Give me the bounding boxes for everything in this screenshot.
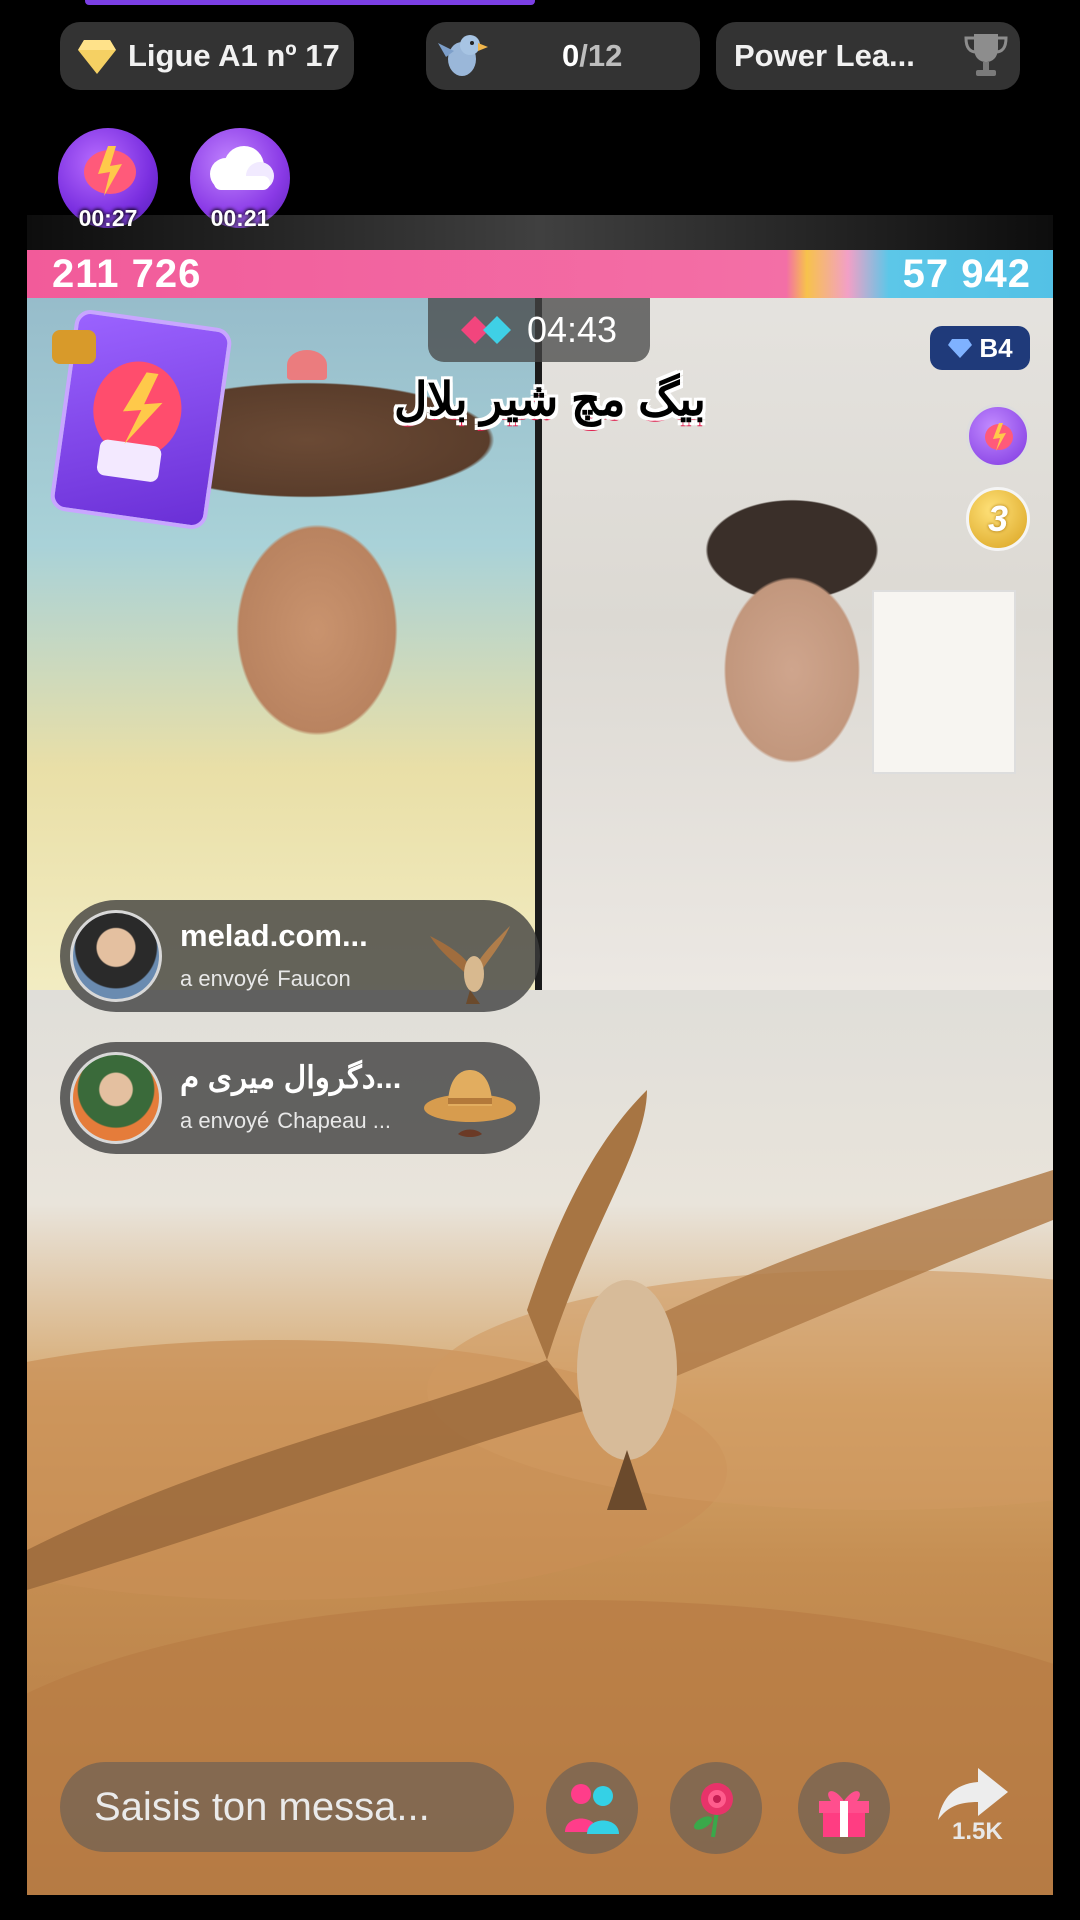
lightning-glove-icon [985,423,1013,451]
gift-box-icon [819,1791,869,1837]
lightning-glove-icon [84,146,136,196]
gift-name: Faucon [277,966,351,991]
power-league-label: Power Lea... [734,38,915,73]
sparkle-strip [27,215,1053,250]
multiplier-badge[interactable]: 3 [966,487,1030,551]
message-input[interactable]: Saisis ton messa... [60,1762,514,1852]
avatar[interactable] [70,910,162,1002]
battle-timer: 04:43 [428,298,650,362]
gift-feed-item[interactable]: دگروال میری م... a envoyé Chapeau ... [60,1042,540,1154]
progress-total: /12 [579,38,623,73]
share-arrow-icon [938,1768,1008,1820]
share-button[interactable]: 1.5K [924,1762,1024,1854]
rose-icon [693,1783,733,1838]
people-icon [565,1784,619,1834]
top-progress-strip [85,0,535,5]
hat-icon [424,1070,516,1137]
power-league-pill[interactable]: Power Lea... [716,22,1020,90]
gift-name: Chapeau ... [277,1108,392,1133]
progress-current: 0 [562,38,580,73]
parrot-icon [438,35,488,76]
battle-timer-value: 04:43 [526,309,618,350]
rank-badge[interactable]: B4 [930,326,1030,370]
wall-painting [872,590,1016,774]
diamond-icon [948,339,973,358]
right-score: 57 942 [902,252,1031,296]
battle-score-bar: 211 726 57 942 [27,250,1053,298]
share-count: 1.5K [952,1818,1003,1845]
multiplier-value: 3 [987,498,1009,539]
cloud-icon [210,146,274,190]
match-title: بیگ مچ شیر بلال [393,373,706,425]
avatar[interactable] [70,1052,162,1144]
butterfly-decor [287,350,327,380]
battle-icon [460,316,511,344]
gift-button[interactable] [798,1762,890,1854]
trophy-icon [964,34,1008,76]
booster-mini-icon[interactable] [966,404,1030,468]
gift-message: a envoyé Faucon [180,966,351,992]
gift-sender-name: melad.com... [180,918,368,953]
league-pill[interactable]: Ligue A1 nº 17 [60,22,354,90]
gift-action: a envoyé [180,966,270,991]
left-score: 211 726 [52,252,202,296]
gift-feed-item[interactable]: melad.com... a envoyé Faucon [60,900,540,1012]
left-badge [52,330,96,364]
falcon-icon [430,926,510,1004]
guests-button[interactable] [546,1762,638,1854]
rank-badge-label: B4 [979,332,1013,363]
gift-action: a envoyé [180,1108,270,1133]
gift-message: a envoyé Chapeau ... [180,1108,391,1134]
message-placeholder: Saisis ton messa... [94,1784,430,1829]
gift-sender-name: دگروال میری م... [180,1060,402,1095]
booster-cloud[interactable]: 00:21 [190,128,290,231]
booster-lightning[interactable]: 00:27 [58,128,158,231]
league-label: Ligue A1 nº 17 [128,38,340,73]
progress-pill[interactable]: 0/12 [426,22,700,90]
bottom-edge [0,1895,1080,1920]
rose-gift-button[interactable] [670,1762,762,1854]
diamond-icon [78,40,116,74]
